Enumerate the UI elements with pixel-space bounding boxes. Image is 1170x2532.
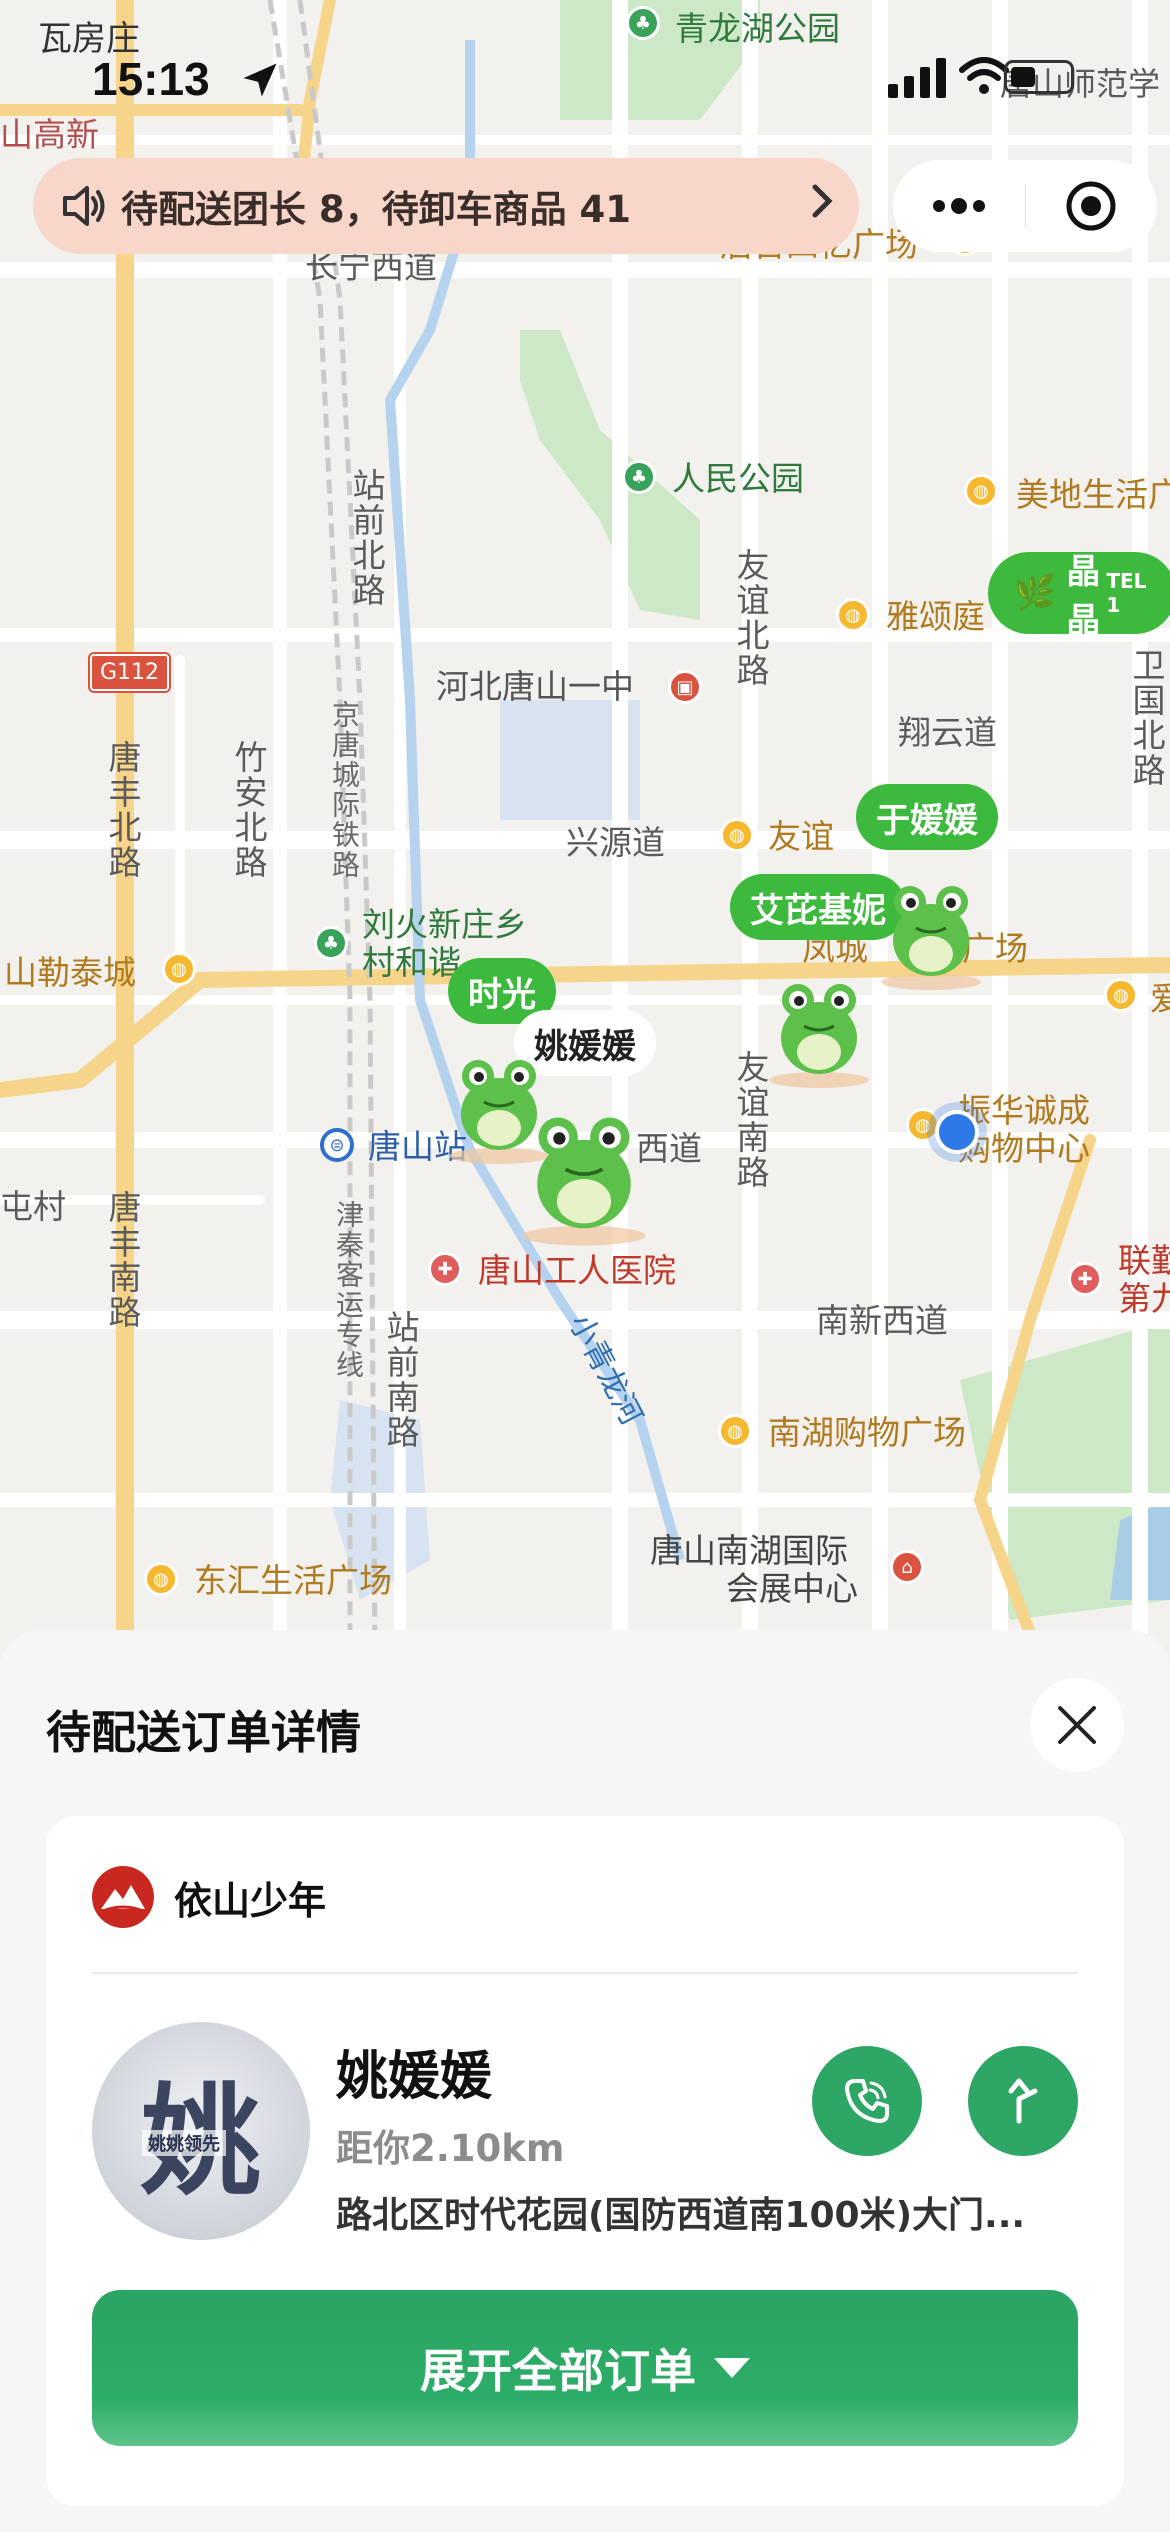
order-detail-sheet: 待配送订单详情 依山少年 姚 姚姚领先 姚媛媛 距你2.10km 路北区时代花园… [0,1630,1170,2532]
customer-address: 路北区时代花园(国防西道南100米)大门... [336,2195,1026,2236]
map-label: 翔云道 [898,713,997,752]
poi-icon: ◍ [144,1562,178,1596]
map-label: 京唐城际铁路 [328,700,361,880]
highway-shield: G112 [87,652,172,693]
divider [92,1972,1078,1974]
map-label: 唐山南湖国际 [650,1531,848,1570]
battery-icon [1004,60,1074,94]
shop-logo-icon [92,1866,154,1928]
order-card: 依山少年 姚 姚姚领先 姚媛媛 距你2.10km 路北区时代花园(国防西道南10… [46,1816,1124,2506]
close-icon [1058,1706,1096,1744]
poi-icon: ◍ [964,474,998,508]
map-label: 东汇生活广场 [194,1561,392,1600]
map-label: 刘火新庄乡 [362,905,527,944]
poi-icon: ◍ [836,598,870,632]
frog-marker-icon[interactable] [876,862,986,992]
map-label: 唐丰北路 [103,740,142,880]
map-label: 友谊北路 [731,548,770,688]
exit-miniprogram-button[interactable] [1026,160,1158,252]
navigation-turn-icon [1008,2078,1038,2124]
delivery-notice-banner[interactable]: 待配送团长 8，待卸车商品 41 [33,158,859,254]
shop-name: 依山少年 [174,1878,327,1923]
sheet-title: 待配送订单详情 [46,1706,362,1759]
notice-text: 待配送团长 8，待卸车商品 41 [121,188,631,231]
poi-icon: ◍ [718,1414,752,1448]
target-close-icon [1066,181,1116,231]
leaf-icon: 🌿 [1014,573,1057,613]
school-icon: ▣ [668,670,702,704]
map-label: 南湖购物广场 [768,1413,966,1452]
location-arrow-icon [243,63,277,97]
expand-label: 展开全部订单 [420,2344,696,2398]
park-icon: ♣ [622,460,656,494]
frog-marker-icon[interactable] [764,960,874,1090]
caret-down-icon [714,2358,750,2378]
wifi-icon [959,57,1009,94]
map-label: 振华诚成 [958,1091,1090,1130]
hospital-icon: ✚ [1068,1262,1102,1296]
building-icon: ⌂ [890,1550,924,1584]
avatar: 姚 姚姚领先 [92,2022,310,2240]
map-label: 兴源道 [566,823,665,862]
map-label: 站前南路 [381,1310,420,1450]
map-label: 第九 [1118,1279,1170,1318]
frog-marker-icon[interactable] [514,1088,654,1248]
map-label: 联勤 [1118,1241,1170,1280]
poi-icon: ◍ [1104,978,1138,1012]
map-label: 山勒泰城 [4,953,136,992]
map-label: 长宁西道 [305,247,437,286]
customer-name: 姚媛媛 [336,2047,493,2107]
map-label: 村和谐 [362,943,461,982]
map-label: 爱 [1150,979,1170,1018]
train-station-icon: ⊜ [320,1128,354,1162]
poi-icon: ◍ [162,952,196,986]
map-label: 站前北路 [347,468,386,608]
close-button[interactable] [1030,1678,1124,1772]
user-location-dot [935,1110,979,1154]
more-dots-icon [932,198,985,214]
map-label: 河北唐山一中 [436,667,634,706]
shop-header: 依山少年 [92,1866,326,1928]
map-label: 南新西道 [816,1301,948,1340]
map-label: 会展中心 [726,1569,858,1608]
status-time: 15:13 [92,53,210,105]
expand-all-orders-button[interactable]: 展开全部订单 [92,2290,1078,2446]
map-label: 雅颂庭 [886,597,985,636]
park-icon: ♣ [314,926,348,960]
hospital-icon: ✚ [428,1252,462,1286]
miniprogram-capsule [893,160,1157,252]
map-label: 美地生活广 [1016,475,1170,514]
cellular-signal-icon [888,58,946,98]
marker-jingjing[interactable]: 🌿 晶晶 TEL 1 [988,552,1170,641]
map-label: 津秦客运专线 [332,1200,365,1380]
map-label: 卫国北路 [1127,648,1166,788]
poi-icon: ◍ [720,818,754,852]
call-button[interactable] [812,2046,922,2156]
customer-distance: 距你2.10km [336,2127,565,2170]
map-label: 唐山工人医院 [478,1251,676,1290]
phone-icon [845,2079,889,2123]
chevron-right-icon [807,181,837,231]
marker-label-yuyuanyuan[interactable]: 于媛媛 [856,784,998,850]
status-bar: 15:13 [0,0,1170,140]
map-label: 唐丰南路 [103,1190,142,1330]
speaker-icon [53,176,113,236]
more-button[interactable] [893,160,1025,252]
map-label: 屯村 [0,1187,66,1226]
navigate-button[interactable] [968,2046,1078,2156]
map-label: 竹安北路 [229,740,268,880]
map-label: 友谊 [768,817,834,856]
map-label: 人民公园 [672,459,804,498]
map-label: 友谊南路 [731,1050,770,1190]
